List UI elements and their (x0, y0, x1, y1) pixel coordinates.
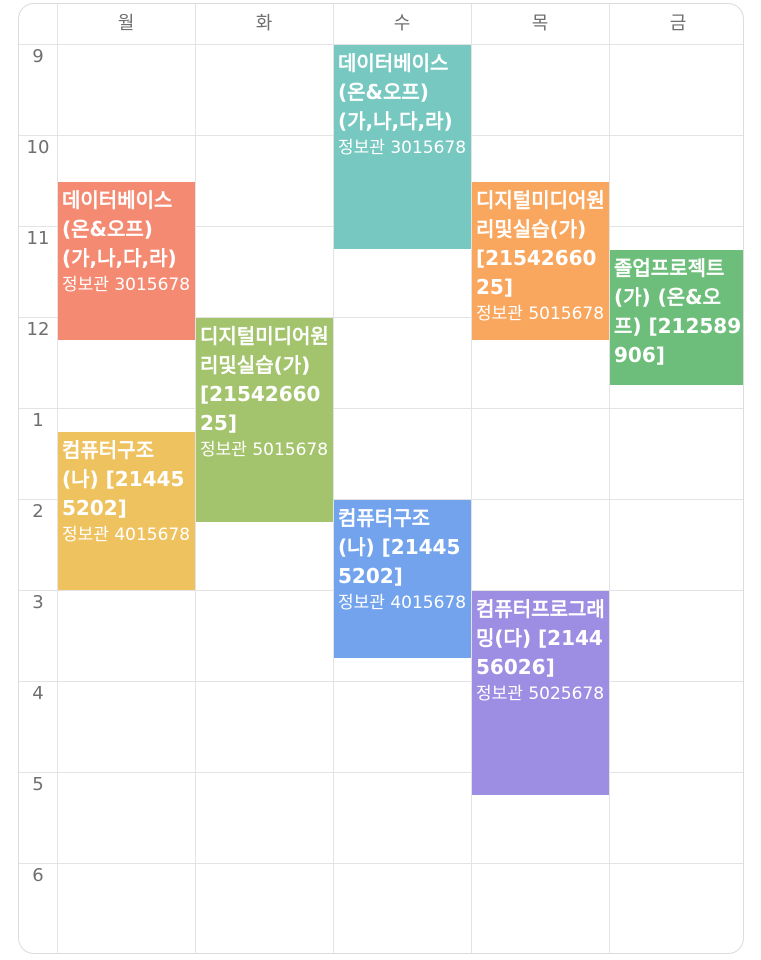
day-label: 금 (669, 13, 687, 34)
day-label: 월 (117, 13, 135, 34)
course-block[interactable]: 졸업프로젝트(가) (온&오프) [212589906] (610, 249, 743, 386)
hour-label: 11 (26, 228, 50, 249)
hour-divider (19, 772, 743, 773)
course-name: 데이터베이스(온&오프) (가,나,다,라) (338, 51, 453, 133)
course-room: 정보관 5015678 (200, 440, 329, 460)
course-block[interactable]: 컴퓨터구조 (나) [214455202] 정보관 4015678 (334, 500, 471, 659)
day-label: 수 (393, 13, 411, 34)
hour-divider (19, 681, 743, 682)
course-room: 정보관 5025678 (476, 684, 605, 704)
hour-label: 5 (32, 774, 44, 795)
course-room: 정보관 4015678 (62, 524, 191, 545)
hour-label: 9 (32, 46, 44, 67)
course-room: 정보관 3015678 (338, 138, 467, 158)
course-name: 디지털미디어원리및실습(가)[2154266025] (200, 324, 329, 435)
course-name: 데이터베이스(온&오프) (가,나,다,라) (62, 187, 177, 270)
course-block[interactable]: 데이터베이스(온&오프) (가,나,다,라) 정보관 3015678 (334, 45, 471, 249)
course-name: 컴퓨터프로그래밍(다) [214456026] (476, 597, 605, 679)
course-block[interactable]: 디지털미디어원리및실습(가)[2154266025] 정보관 5015678 (472, 181, 609, 340)
hour-label: 10 (26, 137, 50, 158)
day-label: 목 (531, 13, 549, 34)
column-divider (471, 4, 472, 953)
course-block[interactable]: 컴퓨터프로그래밍(다) [214456026] 정보관 5025678 (472, 591, 609, 795)
course-block[interactable]: 디지털미디어원리및실습(가)[2154266025] 정보관 5015678 (196, 318, 333, 522)
course-room: 정보관 5015678 (476, 303, 605, 324)
hour-label: 2 (32, 501, 44, 522)
course-room: 정보관 3015678 (62, 274, 191, 295)
column-divider (609, 4, 610, 953)
course-block[interactable]: 데이터베이스(온&오프) (가,나,다,라) 정보관 3015678 (58, 181, 195, 340)
hour-label: 12 (26, 319, 50, 340)
course-block[interactable]: 컴퓨터구조 (나) [214455202] 정보관 4015678 (58, 431, 195, 590)
timetable-grid: 월 화 수 목 금 9 10 11 12 1 2 3 4 5 6 데이터베이스(온&오프) (가,나,다,라)… (18, 3, 744, 954)
hour-divider (19, 408, 743, 409)
hour-label: 1 (32, 410, 44, 431)
course-name: 졸업프로젝트(가) (온&오프) [212589906] (614, 255, 742, 367)
hour-label: 4 (32, 683, 44, 704)
hour-label: 6 (32, 865, 44, 886)
course-name: 컴퓨터구조 (나) [214455202] (338, 506, 461, 588)
course-name: 디지털미디어원리및실습(가)[2154266025] (476, 187, 605, 299)
course-room: 정보관 4015678 (338, 593, 467, 613)
hour-label: 3 (32, 592, 44, 613)
course-name: 컴퓨터구조 (나) [214455202] (62, 437, 185, 520)
day-label: 화 (255, 13, 273, 34)
hour-divider (19, 863, 743, 864)
